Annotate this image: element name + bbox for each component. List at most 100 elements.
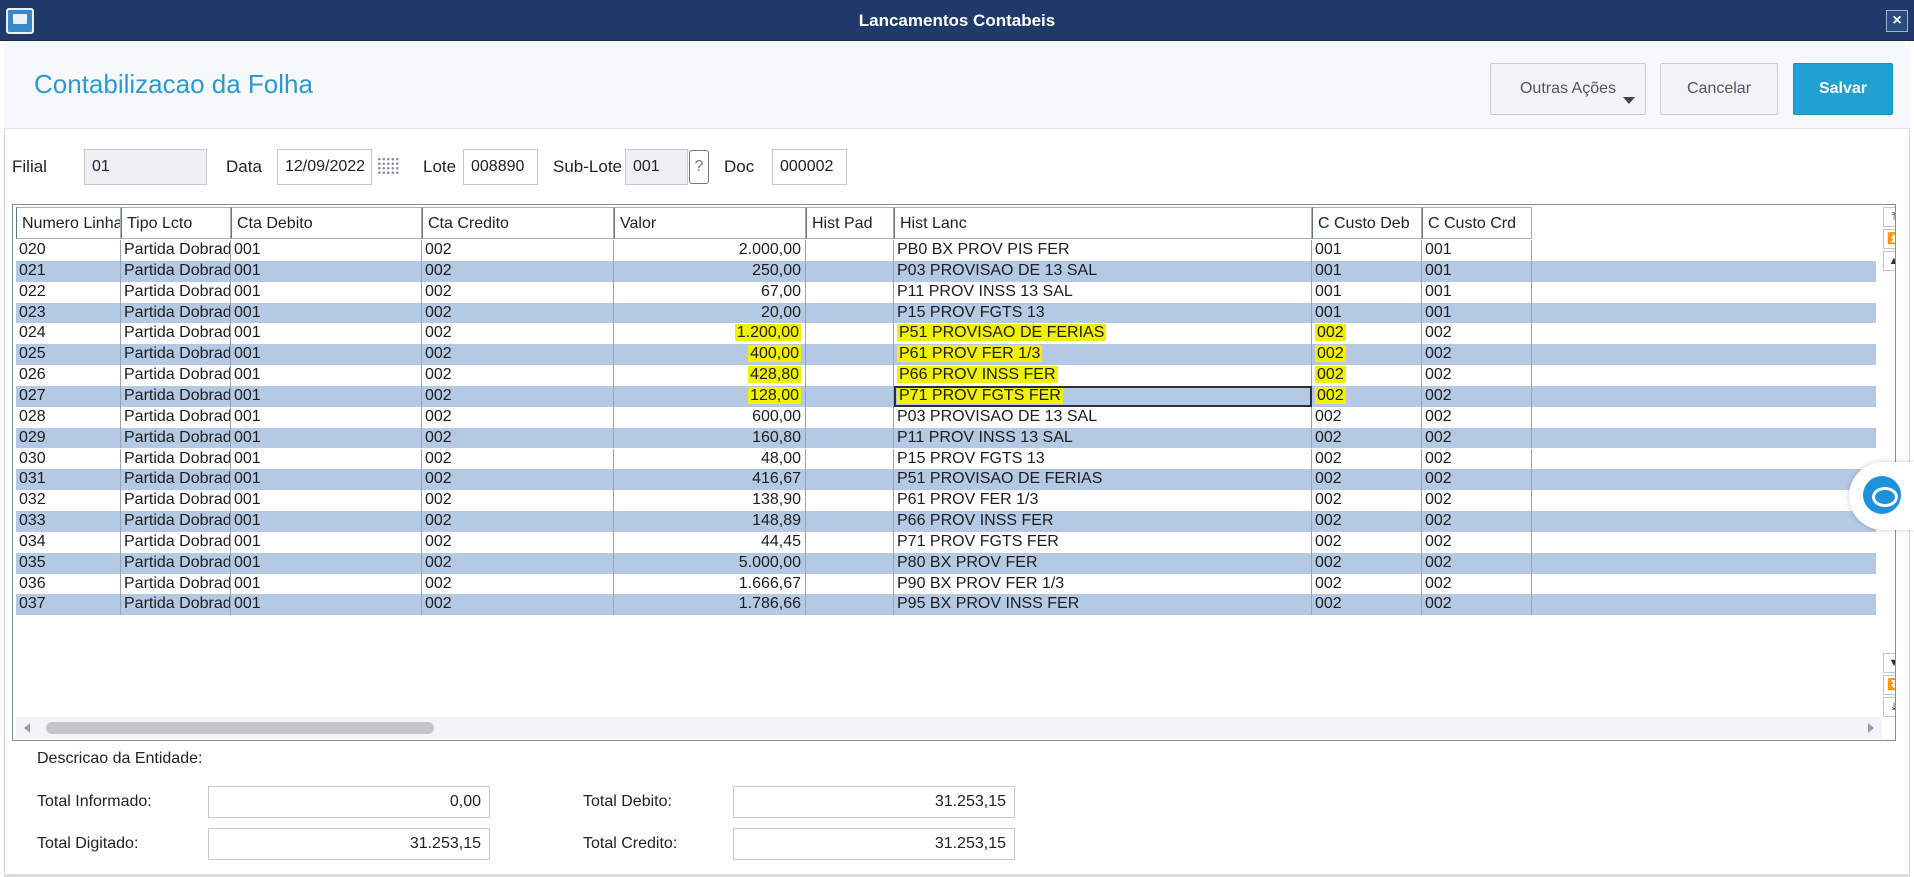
- cell-hist-pad[interactable]: [806, 490, 894, 512]
- cell-hist-lanc[interactable]: P11 PROV INSS 13 SAL: [894, 427, 1312, 449]
- cell-hist-pad[interactable]: [806, 302, 894, 324]
- cell-cta-credito[interactable]: 002: [422, 240, 614, 261]
- table-row[interactable]: 026 Partida Dobrada 001 002 428,80 P66 PROV I…: [16, 365, 1876, 386]
- cell-hist-lanc[interactable]: P11 PROV INSS 13 SAL: [894, 281, 1312, 303]
- cell-hist-pad[interactable]: [806, 323, 894, 345]
- cell-c-custo-deb[interactable]: 001: [1312, 260, 1422, 282]
- cell-c-custo-crd[interactable]: 002: [1422, 323, 1532, 345]
- column-header-tipo-lcto[interactable]: Tipo Lcto: [121, 207, 231, 239]
- cell-cta-debito[interactable]: 001: [231, 240, 422, 261]
- cell-c-custo-deb[interactable]: 002: [1312, 511, 1422, 532]
- table-row[interactable]: 034 Partida Dobrada 001 002 44,45 P71 PROV FG…: [16, 531, 1876, 553]
- cell-c-custo-deb[interactable]: 002: [1312, 344, 1422, 366]
- cell-valor[interactable]: 1.200,00: [614, 323, 806, 345]
- scroll-top-icon[interactable]: ⤒: [1883, 207, 1895, 227]
- cell-valor[interactable]: 5.000,00: [614, 552, 806, 574]
- cell-c-custo-deb[interactable]: 002: [1312, 365, 1422, 386]
- cell-cta-debito[interactable]: 001: [231, 406, 422, 428]
- cell-numero-linha[interactable]: 024: [16, 323, 121, 345]
- cell-c-custo-deb[interactable]: 002: [1312, 323, 1422, 345]
- cell-valor[interactable]: 416,67: [614, 469, 806, 491]
- cell-valor[interactable]: 67,00: [614, 281, 806, 303]
- cell-hist-pad[interactable]: [806, 594, 894, 616]
- total-digitado-field[interactable]: 31.253,15: [208, 828, 490, 860]
- close-window-button[interactable]: ×: [1886, 10, 1908, 32]
- scroll-down-icon[interactable]: ▼: [1883, 653, 1895, 673]
- cell-tipo-lcto[interactable]: Partida Dobrada: [121, 594, 231, 616]
- cell-valor[interactable]: 400,00: [614, 344, 806, 366]
- cell-c-custo-crd[interactable]: 002: [1422, 469, 1532, 491]
- cell-tipo-lcto[interactable]: Partida Dobrada: [121, 344, 231, 366]
- chat-assistant-button[interactable]: [1849, 462, 1914, 530]
- cell-c-custo-crd[interactable]: 002: [1422, 531, 1532, 553]
- cell-tipo-lcto[interactable]: Partida Dobrada: [121, 511, 231, 532]
- cell-tipo-lcto[interactable]: Partida Dobrada: [121, 281, 231, 303]
- cell-numero-linha[interactable]: 031: [16, 469, 121, 491]
- cell-cta-debito[interactable]: 001: [231, 281, 422, 303]
- table-row[interactable]: 035 Partida Dobrada 001 002 5.000,00 P80 BX P…: [16, 552, 1876, 574]
- cell-cta-credito[interactable]: 002: [422, 323, 614, 345]
- cell-c-custo-deb[interactable]: 002: [1312, 573, 1422, 595]
- cell-tipo-lcto[interactable]: Partida Dobrada: [121, 260, 231, 282]
- table-row[interactable]: 031 Partida Dobrada 001 002 416,67 P51 PROVIS…: [16, 469, 1876, 491]
- table-row[interactable]: 029 Partida Dobrada 001 002 160,80 P11 PROV I…: [16, 427, 1876, 449]
- column-header-valor[interactable]: Valor: [614, 207, 806, 239]
- cell-hist-lanc[interactable]: P61 PROV FER 1/3: [894, 344, 1312, 366]
- cell-hist-lanc[interactable]: P51 PROVISAO DE FERIAS: [894, 469, 1312, 491]
- table-row[interactable]: 027 Partida Dobrada 001 002 128,00 P71 PROV F…: [16, 385, 1876, 407]
- table-row[interactable]: 037 Partida Dobrada 001 002 1.786,66 P95 BX P…: [16, 594, 1876, 616]
- cell-valor[interactable]: 138,90: [614, 490, 806, 512]
- cell-c-custo-deb[interactable]: 002: [1312, 594, 1422, 616]
- cell-numero-linha[interactable]: 027: [16, 385, 121, 407]
- cell-numero-linha[interactable]: 022: [16, 281, 121, 303]
- cell-c-custo-crd[interactable]: 002: [1422, 573, 1532, 595]
- cell-c-custo-deb[interactable]: 002: [1312, 406, 1422, 428]
- column-header-cta-credito[interactable]: Cta Credito: [422, 207, 614, 239]
- cell-c-custo-deb[interactable]: 002: [1312, 448, 1422, 470]
- horizontal-scrollbar[interactable]: [16, 717, 1882, 739]
- cell-tipo-lcto[interactable]: Partida Dobrada: [121, 406, 231, 428]
- cell-valor[interactable]: 250,00: [614, 260, 806, 282]
- cell-c-custo-crd[interactable]: 001: [1422, 260, 1532, 282]
- table-row[interactable]: 024 Partida Dobrada 001 002 1.200,00 P51 PROV…: [16, 323, 1876, 345]
- cell-hist-lanc[interactable]: PB0 BX PROV PIS FER: [894, 240, 1312, 261]
- cell-hist-lanc[interactable]: P61 PROV FER 1/3: [894, 490, 1312, 512]
- cell-c-custo-crd[interactable]: 002: [1422, 365, 1532, 386]
- cell-valor[interactable]: 128,00: [614, 385, 806, 407]
- cell-cta-credito[interactable]: 002: [422, 427, 614, 449]
- cell-cta-debito[interactable]: 001: [231, 385, 422, 407]
- cell-numero-linha[interactable]: 030: [16, 448, 121, 470]
- cell-numero-linha[interactable]: 037: [16, 594, 121, 616]
- cell-cta-debito[interactable]: 001: [231, 323, 422, 345]
- cell-tipo-lcto[interactable]: Partida Dobrada: [121, 323, 231, 345]
- cell-hist-pad[interactable]: [806, 281, 894, 303]
- cell-valor[interactable]: 1.786,66: [614, 594, 806, 616]
- cell-cta-debito[interactable]: 001: [231, 260, 422, 282]
- cell-cta-debito[interactable]: 001: [231, 552, 422, 574]
- cell-hist-pad[interactable]: [806, 260, 894, 282]
- cell-hist-pad[interactable]: [806, 448, 894, 470]
- save-button[interactable]: Salvar: [1793, 63, 1893, 115]
- cell-cta-credito[interactable]: 002: [422, 573, 614, 595]
- cell-numero-linha[interactable]: 033: [16, 511, 121, 532]
- other-actions-button[interactable]: Outras Ações: [1490, 63, 1646, 115]
- cell-c-custo-deb[interactable]: 002: [1312, 385, 1422, 407]
- cell-tipo-lcto[interactable]: Partida Dobrada: [121, 490, 231, 512]
- cell-hist-lanc[interactable]: P66 PROV INSS FER: [894, 511, 1312, 532]
- column-header-cta-debito[interactable]: Cta Debito: [231, 207, 422, 239]
- cell-tipo-lcto[interactable]: Partida Dobrada: [121, 552, 231, 574]
- cell-c-custo-crd[interactable]: 001: [1422, 281, 1532, 303]
- cell-cta-credito[interactable]: 002: [422, 302, 614, 324]
- cell-hist-pad[interactable]: [806, 240, 894, 261]
- cell-hist-lanc[interactable]: P71 PROV FGTS FER: [894, 385, 1312, 407]
- total-debito-field[interactable]: 31.253,15: [733, 786, 1015, 818]
- cell-cta-credito[interactable]: 002: [422, 490, 614, 512]
- cell-valor[interactable]: 148,89: [614, 511, 806, 532]
- cell-c-custo-crd[interactable]: 002: [1422, 552, 1532, 574]
- column-header-hist-lanc[interactable]: Hist Lanc: [894, 207, 1312, 239]
- cell-valor[interactable]: 600,00: [614, 406, 806, 428]
- total-credito-field[interactable]: 31.253,15: [733, 828, 1015, 860]
- cell-cta-debito[interactable]: 001: [231, 344, 422, 366]
- cell-c-custo-crd[interactable]: 002: [1422, 448, 1532, 470]
- scroll-left-icon[interactable]: [24, 723, 30, 733]
